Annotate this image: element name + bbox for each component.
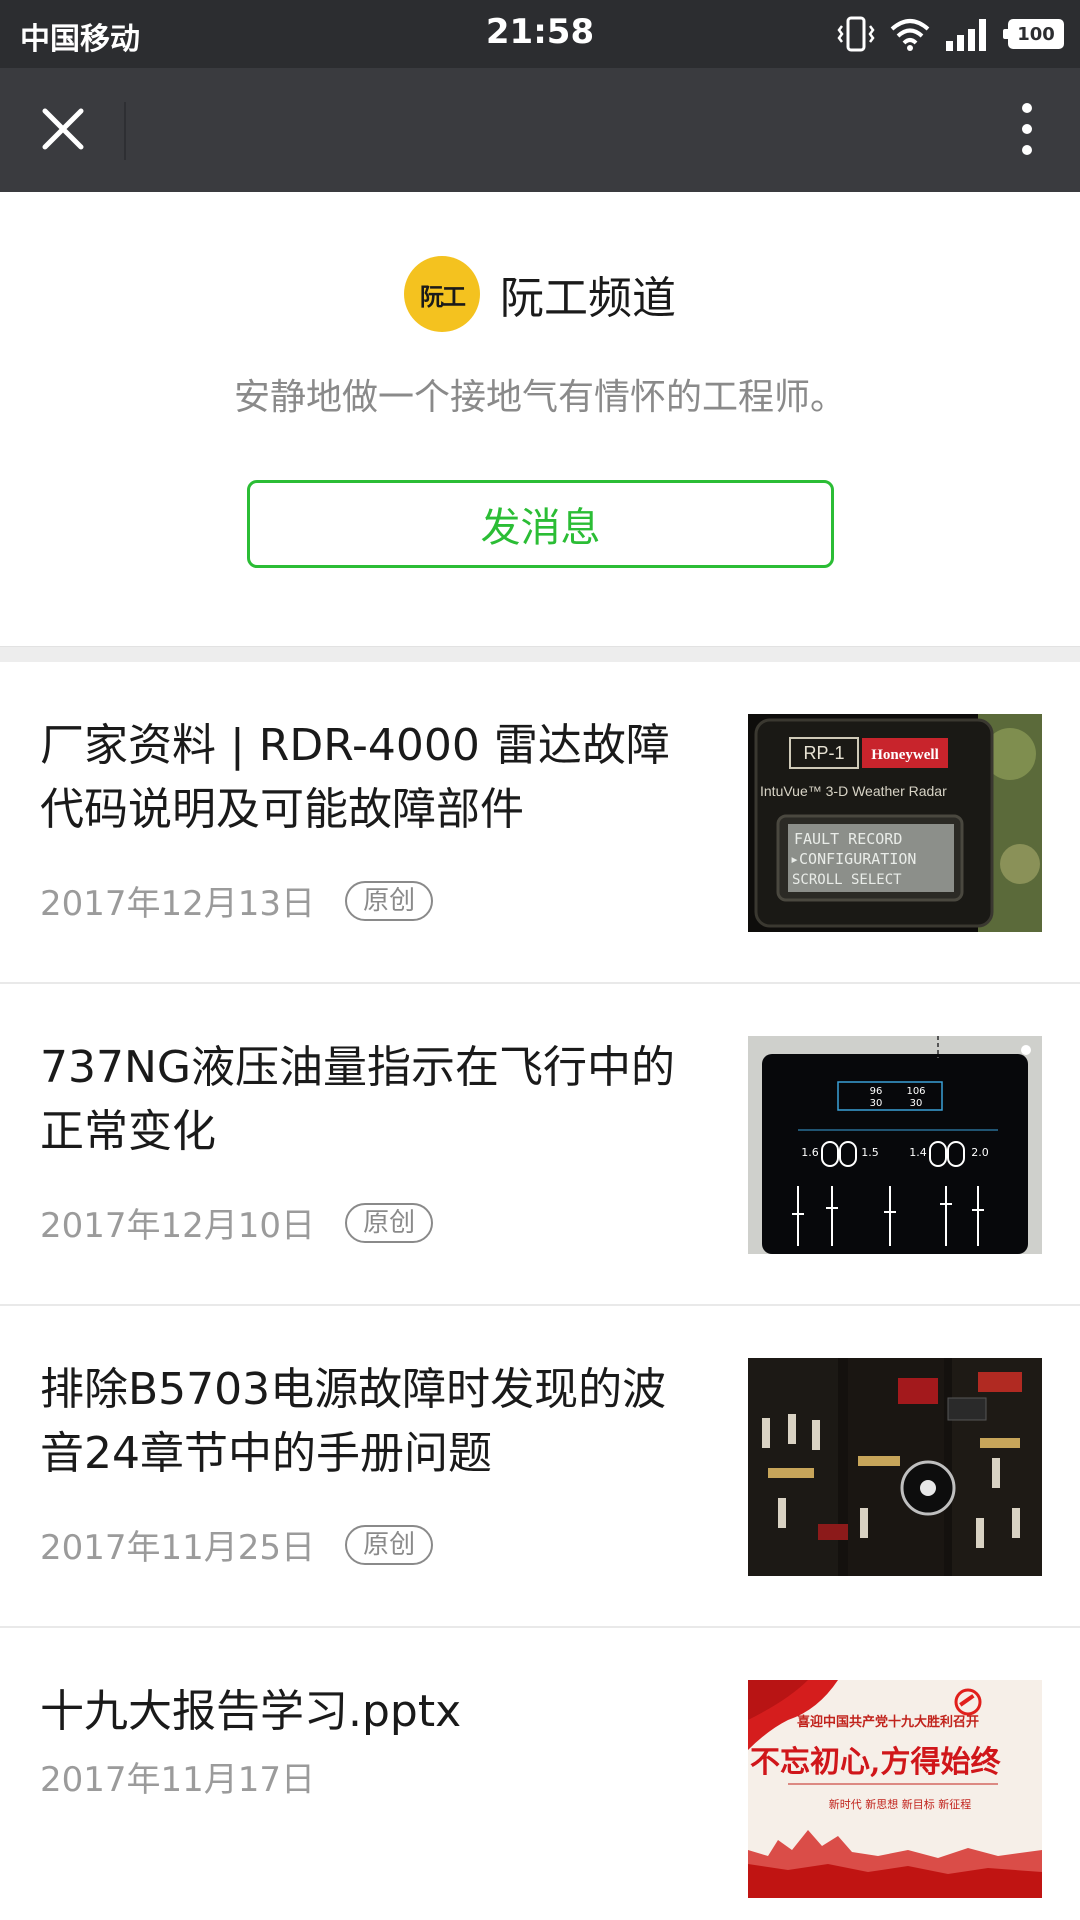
article-item[interactable]: 排除B5703电源故障时发现的波音24章节中的手册问题 2017年11月25日 … <box>0 1306 1080 1628</box>
screen-line-2: ▸CONFIGURATION <box>790 850 916 868</box>
hyd-value-d: 30 <box>910 1098 923 1109</box>
radar-subtitle: IntuVue™ 3-D Weather Radar <box>760 783 947 799</box>
article-meta: 2017年12月13日 原创 <box>40 876 434 925</box>
hyd-value-a: 96 <box>870 1086 883 1097</box>
signal-icon <box>946 19 986 51</box>
screen-line-3: SCROLL SELECT <box>792 872 902 888</box>
article-item[interactable]: 厂家资料 | RDR-4000 雷达故障代码说明及可能故障部件 2017年12月… <box>0 662 1080 984</box>
article-list: 厂家资料 | RDR-4000 雷达故障代码说明及可能故障部件 2017年12月… <box>0 662 1080 1920</box>
wifi-icon <box>890 19 930 51</box>
hyd-value-c: 30 <box>870 1098 883 1109</box>
article-thumbnail: RP-1 Honeywell IntuVue™ 3-D Weather Rada… <box>748 714 1042 932</box>
article-title: 737NG液压油量指示在飞行中的正常变化 <box>40 1042 675 1157</box>
account-name: 阮工频道 <box>500 273 676 324</box>
brake-value-4: 2.0 <box>971 1146 989 1159</box>
nav-divider <box>124 102 126 160</box>
original-badge: 原创 <box>345 1524 434 1565</box>
battery-icon: 100 <box>1003 19 1064 49</box>
article-date: 2017年11月17日 <box>40 1760 316 1800</box>
more-vertical-icon <box>1022 103 1032 155</box>
original-badge: 原创 <box>345 1202 434 1243</box>
article-thumbnail <box>748 1358 1042 1576</box>
status-bar: 中国移动 21:58 100 <box>0 0 1080 68</box>
banner-tagline: 新时代 新思想 新目标 新征程 <box>829 1797 972 1811</box>
screen-line-1: FAULT RECORD <box>794 830 902 848</box>
close-icon <box>42 108 84 150</box>
account-signature: 安静地做一个接地气有情怀的工程师。 <box>233 377 846 418</box>
avatar[interactable]: 阮工 <box>404 256 480 332</box>
article-meta: 2017年11月25日 原创 <box>40 1520 434 1569</box>
article-date: 2017年12月10日 <box>40 1206 316 1246</box>
more-button[interactable] <box>1004 96 1050 162</box>
banner-slogan: 不忘初心,方得始终 <box>750 1745 1001 1780</box>
article-thumbnail: 喜迎中国共产党十九大胜利召开 不忘初心,方得始终 新时代 新思想 新目标 新征程 <box>748 1680 1042 1898</box>
article-thumbnail: 96 106 30 30 1.6 1.5 1.4 2.0 <box>748 1036 1042 1254</box>
article-date: 2017年11月25日 <box>40 1528 316 1568</box>
hyd-value-b: 106 <box>906 1086 925 1097</box>
article-title: 排除B5703电源故障时发现的波音24章节中的手册问题 <box>40 1364 667 1479</box>
nav-bar <box>0 68 1080 192</box>
article-title: 厂家资料 | RDR-4000 雷达故障代码说明及可能故障部件 <box>40 720 670 835</box>
account-profile: 阮工 阮工频道 安静地做一个接地气有情怀的工程师。 发消息 <box>0 192 1080 646</box>
article-meta: 2017年11月17日 <box>40 1752 315 1801</box>
brake-value-1: 1.6 <box>801 1146 819 1159</box>
article-item[interactable]: 737NG液压油量指示在飞行中的正常变化 2017年12月10日 原创 96 1… <box>0 984 1080 1306</box>
brand-label: Honeywell <box>871 747 939 763</box>
brake-value-2: 1.5 <box>861 1146 879 1159</box>
section-divider <box>0 646 1080 662</box>
article-item[interactable]: 十九大报告学习.pptx 2017年11月17日 喜迎中国共产党十九大胜利召开 … <box>0 1628 1080 1920</box>
original-badge: 原创 <box>345 880 434 921</box>
article-date: 2017年12月13日 <box>40 884 316 924</box>
send-message-button[interactable]: 发消息 <box>247 480 834 568</box>
article-meta: 2017年12月10日 原创 <box>40 1198 434 1247</box>
article-title: 十九大报告学习.pptx <box>40 1686 462 1737</box>
brake-value-3: 1.4 <box>909 1146 927 1159</box>
close-button[interactable] <box>30 96 96 162</box>
panel-label: RP-1 <box>803 743 844 763</box>
vibrate-icon <box>837 16 875 52</box>
account-header: 阮工 阮工频道 <box>0 256 1080 332</box>
status-icons: 100 <box>836 14 1064 54</box>
banner-headline: 喜迎中国共产党十九大胜利召开 <box>797 1714 979 1730</box>
